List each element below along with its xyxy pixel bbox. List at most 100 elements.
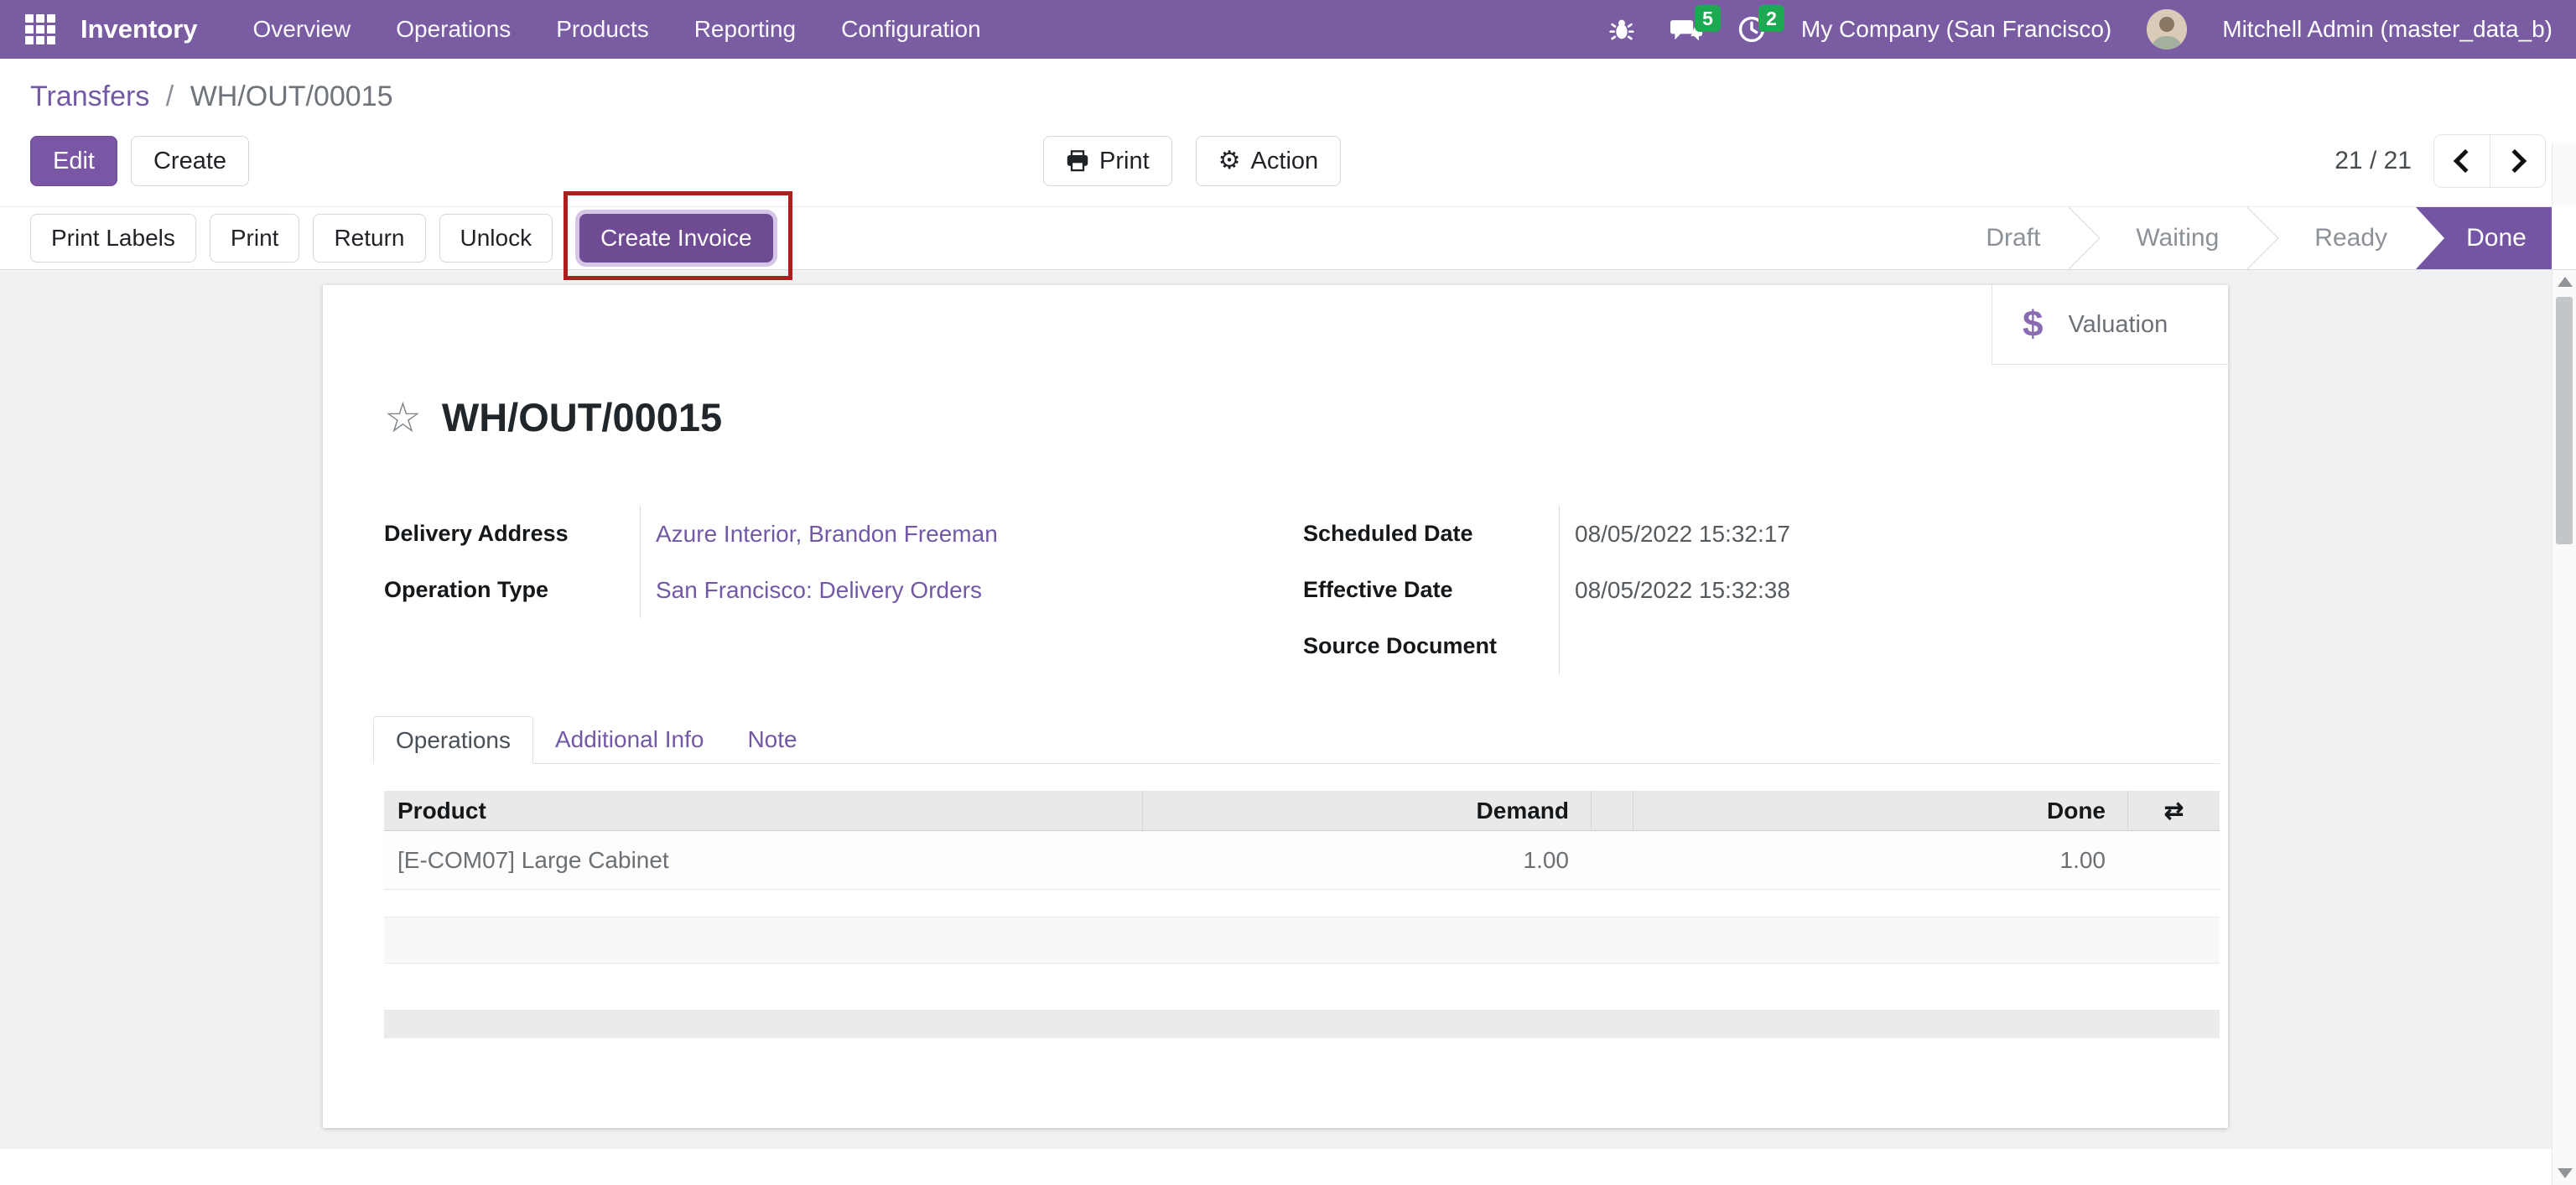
unlock-button[interactable]: Unlock bbox=[439, 214, 553, 262]
form-sheet: $ Valuation ☆ WH/OUT/00015 Delivery Addr… bbox=[323, 285, 2228, 1128]
breadcrumb-separator: / bbox=[166, 81, 174, 112]
debug-bug-icon[interactable] bbox=[1608, 16, 1635, 43]
cell-done: 1.00 bbox=[1633, 831, 2127, 889]
scheduled-date-value: 08/05/2022 15:32:17 bbox=[1559, 506, 2142, 562]
field-label: Effective Date bbox=[1303, 577, 1559, 603]
statusbar: Print Labels Print Return Unlock Create … bbox=[0, 206, 2576, 270]
pager-counter: 21 / 21 bbox=[2334, 147, 2412, 175]
chevron-right-icon bbox=[2502, 149, 2526, 173]
field-label: Operation Type bbox=[384, 577, 640, 603]
breadcrumb-current: WH/OUT/00015 bbox=[190, 81, 393, 112]
vertical-scrollbar[interactable] bbox=[2552, 270, 2576, 1185]
cell-demand: 1.00 bbox=[1142, 831, 1591, 889]
operations-table: Product Demand Done ⇄ [E-COM07] Large Ca… bbox=[384, 791, 2220, 890]
print-labels-button[interactable]: Print Labels bbox=[30, 214, 196, 262]
field-label: Delivery Address bbox=[384, 521, 640, 547]
step-done-active[interactable]: Done bbox=[2416, 207, 2552, 269]
table-row[interactable]: [E-COM07] Large Cabinet 1.00 1.00 bbox=[384, 831, 2220, 890]
field-label: Source Document bbox=[1303, 633, 1559, 659]
print-label: Print bbox=[231, 225, 279, 252]
operation-type-link[interactable]: San Francisco: Delivery Orders bbox=[656, 577, 982, 604]
tab-note[interactable]: Note bbox=[725, 715, 818, 763]
messages-count-badge: 5 bbox=[1695, 5, 1721, 32]
pager bbox=[2433, 134, 2546, 188]
apps-menu-icon[interactable] bbox=[23, 13, 57, 46]
printer-icon bbox=[1066, 149, 1089, 173]
pager-previous-button[interactable] bbox=[2434, 135, 2490, 187]
field-operation-type: Operation Type San Francisco: Delivery O… bbox=[384, 562, 1303, 618]
top-navbar: Inventory Overview Operations Products R… bbox=[0, 0, 2576, 59]
control-panel: Transfers / WH/OUT/00015 Edit Create bbox=[0, 59, 2576, 206]
pager-next-button[interactable] bbox=[2490, 135, 2545, 187]
activities-clock-icon[interactable]: 2 bbox=[1737, 15, 1766, 44]
print-menu-label: Print bbox=[1099, 148, 1150, 175]
print-labels-label: Print Labels bbox=[51, 225, 175, 252]
menu-operations[interactable]: Operations bbox=[396, 16, 511, 43]
step-ready[interactable]: Ready bbox=[2286, 207, 2416, 269]
horizontal-scrollbar-track[interactable] bbox=[384, 1010, 2220, 1038]
action-menu-button[interactable]: ⚙ Action bbox=[1196, 136, 1342, 186]
tab-additional-info[interactable]: Additional Info bbox=[533, 715, 725, 763]
notebook-tabs: Operations Additional Info Note bbox=[373, 715, 2220, 764]
step-separator-icon bbox=[2247, 207, 2286, 269]
tab-operations[interactable]: Operations bbox=[373, 716, 533, 764]
step-waiting[interactable]: Waiting bbox=[2107, 207, 2247, 269]
breadcrumb: Transfers / WH/OUT/00015 bbox=[30, 81, 2546, 113]
effective-date-value: 08/05/2022 15:32:38 bbox=[1559, 562, 2142, 618]
table-header-row: Product Demand Done ⇄ bbox=[384, 791, 2220, 831]
field-scheduled-date: Scheduled Date 08/05/2022 15:32:17 bbox=[1303, 506, 2142, 562]
scrollbar-gap bbox=[2552, 143, 2576, 207]
column-header-done: Done bbox=[1633, 791, 2127, 830]
menu-overview[interactable]: Overview bbox=[253, 16, 351, 43]
avatar[interactable] bbox=[2147, 9, 2187, 49]
create-invoice-label: Create Invoice bbox=[600, 225, 752, 252]
company-switcher[interactable]: My Company (San Francisco) bbox=[1801, 16, 2111, 43]
empty-list-stripe bbox=[384, 917, 2220, 964]
status-steps: Draft Waiting Ready Done bbox=[1957, 207, 2552, 269]
scroll-up-arrow-icon[interactable] bbox=[2558, 277, 2573, 287]
valuation-stat-button[interactable]: $ Valuation bbox=[1992, 285, 2228, 365]
chevron-left-icon bbox=[2454, 149, 2477, 173]
edit-button[interactable]: Edit bbox=[30, 136, 117, 186]
messages-icon[interactable]: 5 bbox=[1670, 15, 1702, 44]
cell-options bbox=[2127, 831, 2220, 889]
gear-icon: ⚙ bbox=[1218, 148, 1241, 174]
edit-button-label: Edit bbox=[53, 148, 95, 175]
column-header-demand: Demand bbox=[1142, 791, 1591, 830]
return-button[interactable]: Return bbox=[313, 214, 425, 262]
print-button[interactable]: Print bbox=[210, 214, 300, 262]
source-document-value bbox=[1559, 618, 2142, 674]
optional-columns-icon[interactable]: ⇄ bbox=[2127, 791, 2220, 830]
create-button[interactable]: Create bbox=[131, 136, 249, 186]
dollar-icon: $ bbox=[2023, 304, 2043, 346]
user-menu[interactable]: Mitchell Admin (master_data_b) bbox=[2222, 16, 2553, 43]
main-menu: Overview Operations Products Reporting C… bbox=[253, 16, 981, 43]
menu-products[interactable]: Products bbox=[556, 16, 649, 43]
return-label: Return bbox=[334, 225, 404, 252]
delivery-address-link[interactable]: Azure Interior, Brandon Freeman bbox=[656, 521, 998, 548]
step-draft[interactable]: Draft bbox=[1957, 207, 2069, 269]
activities-count-badge: 2 bbox=[1758, 5, 1784, 32]
breadcrumb-transfers-link[interactable]: Transfers bbox=[30, 81, 149, 112]
scrollbar-thumb[interactable] bbox=[2556, 297, 2573, 544]
scroll-down-arrow-icon[interactable] bbox=[2558, 1168, 2573, 1178]
unlock-label: Unlock bbox=[460, 225, 532, 252]
menu-reporting[interactable]: Reporting bbox=[694, 16, 796, 43]
cell-product[interactable]: [E-COM07] Large Cabinet bbox=[384, 831, 1142, 889]
valuation-label: Valuation bbox=[2068, 311, 2168, 339]
column-header-product: Product bbox=[384, 791, 1142, 830]
content-area: $ Valuation ☆ WH/OUT/00015 Delivery Addr… bbox=[0, 270, 2552, 1185]
create-button-label: Create bbox=[153, 148, 226, 175]
field-effective-date: Effective Date 08/05/2022 15:32:38 bbox=[1303, 562, 2142, 618]
create-invoice-button[interactable]: Create Invoice bbox=[579, 214, 773, 262]
field-source-document: Source Document bbox=[1303, 618, 2142, 674]
print-menu-button[interactable]: Print bbox=[1043, 136, 1172, 186]
favorite-star-icon[interactable]: ☆ bbox=[384, 397, 422, 439]
record-title: WH/OUT/00015 bbox=[442, 394, 722, 440]
step-separator-icon bbox=[2069, 207, 2107, 269]
app-name[interactable]: Inventory bbox=[80, 14, 198, 44]
field-label: Scheduled Date bbox=[1303, 521, 1559, 547]
column-header-spacer bbox=[1591, 791, 1633, 830]
field-delivery-address: Delivery Address Azure Interior, Brandon… bbox=[384, 506, 1303, 562]
menu-configuration[interactable]: Configuration bbox=[841, 16, 981, 43]
